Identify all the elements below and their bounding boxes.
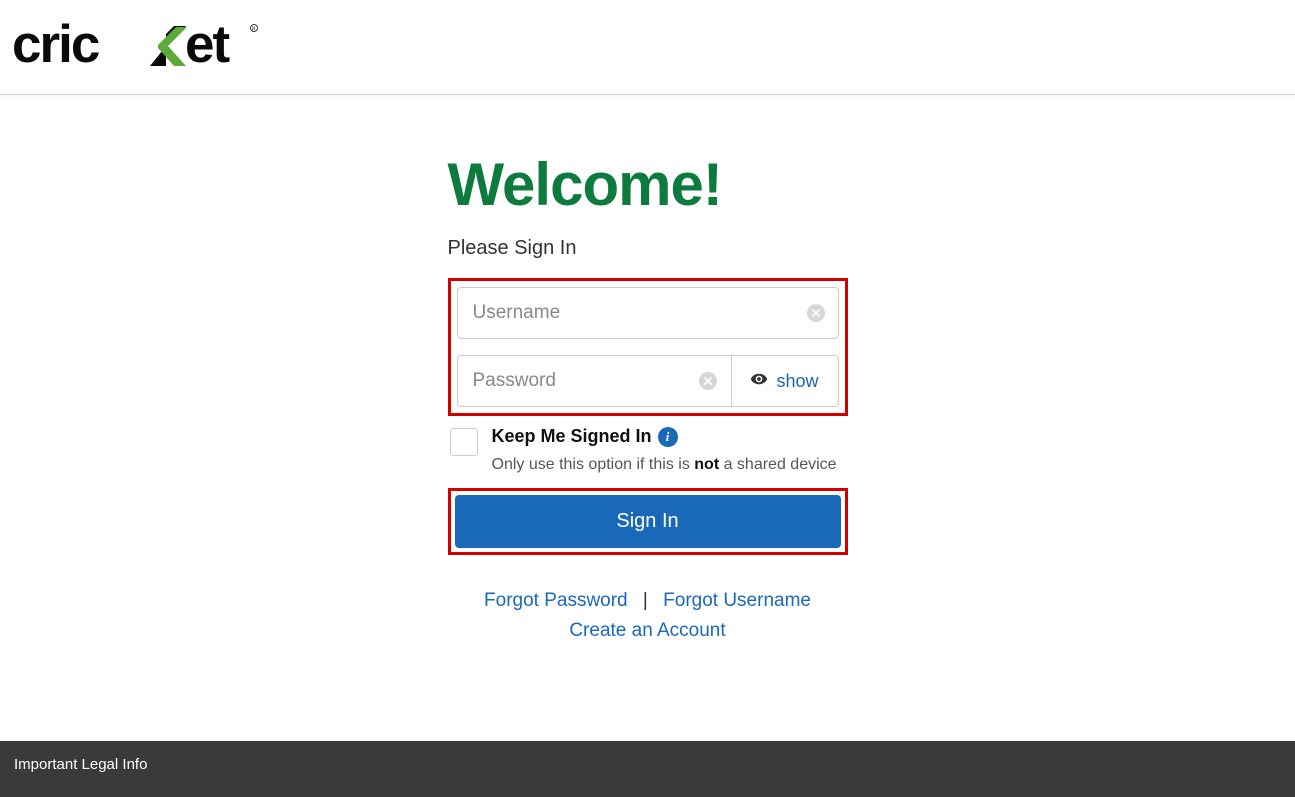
- keep-signed-text: Keep Me Signed In i Only use this option…: [492, 426, 846, 476]
- clear-password-icon[interactable]: [699, 372, 717, 390]
- link-separator: |: [643, 590, 648, 611]
- eye-icon: [750, 370, 768, 393]
- signin-button[interactable]: Sign In: [455, 495, 841, 548]
- svg-text:et: et: [185, 18, 229, 74]
- password-row: show: [457, 355, 839, 407]
- cricket-logo[interactable]: cric et R: [12, 18, 260, 76]
- svg-text:R: R: [252, 27, 256, 33]
- footer: Important Legal Info: [0, 741, 1295, 797]
- header: cric et R: [0, 0, 1295, 95]
- svg-text:cric: cric: [12, 18, 99, 74]
- password-input[interactable]: [457, 355, 731, 407]
- button-highlight-box: Sign In: [448, 488, 848, 555]
- username-wrapper: [457, 287, 839, 339]
- keep-signed-checkbox[interactable]: [450, 428, 478, 456]
- username-input[interactable]: [457, 287, 839, 339]
- keep-signed-label-row: Keep Me Signed In i: [492, 426, 678, 447]
- show-label: show: [776, 371, 818, 392]
- show-password-button[interactable]: show: [731, 355, 839, 407]
- clear-username-icon[interactable]: [807, 304, 825, 322]
- info-icon[interactable]: i: [658, 427, 678, 447]
- legal-info-link[interactable]: Important Legal Info: [14, 756, 147, 773]
- forgot-password-link[interactable]: Forgot Password: [484, 590, 628, 611]
- welcome-heading: Welcome!: [448, 150, 848, 219]
- keep-signed-row: Keep Me Signed In i Only use this option…: [448, 426, 848, 476]
- password-wrapper: [457, 355, 731, 407]
- signin-form: Welcome! Please Sign In: [448, 150, 848, 642]
- forgot-username-link[interactable]: Forgot Username: [663, 590, 811, 611]
- create-account-link[interactable]: Create an Account: [448, 620, 848, 642]
- main-content: Welcome! Please Sign In: [0, 95, 1295, 642]
- keep-signed-note: Only use this option if this is not a sh…: [492, 453, 846, 476]
- keep-signed-label: Keep Me Signed In: [492, 426, 652, 447]
- signin-subheading: Please Sign In: [448, 237, 848, 260]
- input-highlight-box: show: [448, 278, 848, 416]
- forgot-links: Forgot Password | Forgot Username: [448, 590, 848, 612]
